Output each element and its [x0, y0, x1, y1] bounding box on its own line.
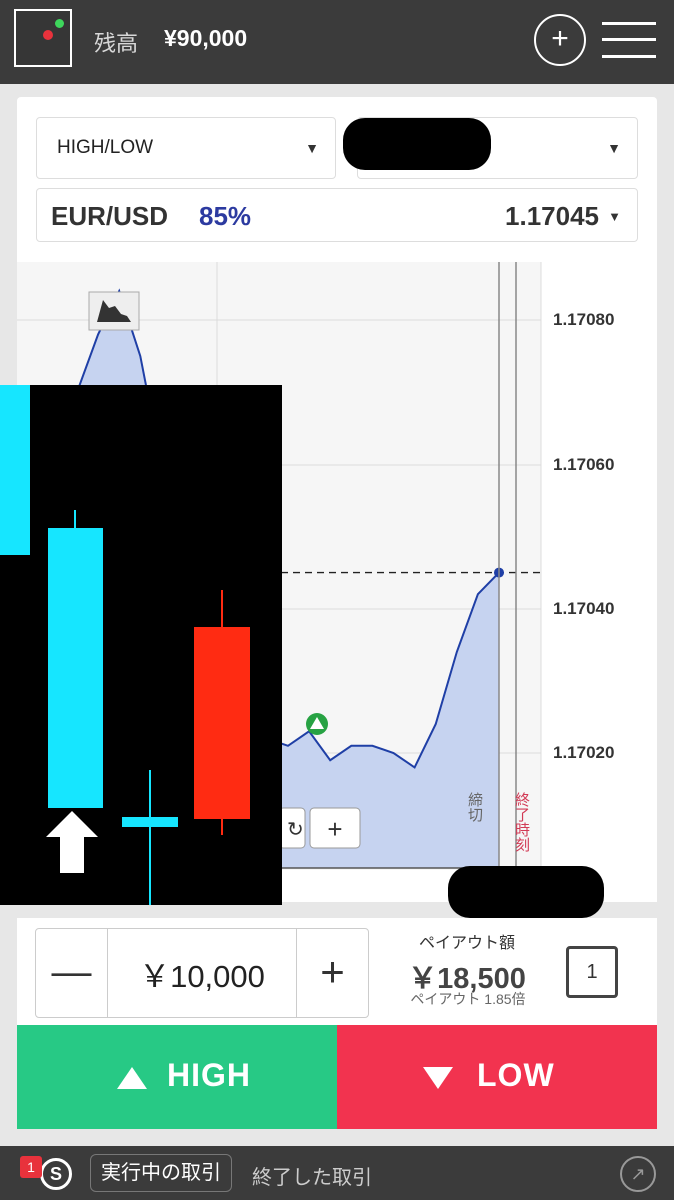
top-bar: 残高 ¥90,000 + [0, 0, 674, 84]
trade-type-value: HIGH/LOW [57, 137, 154, 158]
logo[interactable] [14, 9, 72, 67]
trades-s-icon[interactable]: S [40, 1158, 72, 1190]
asset-selector[interactable]: EUR/USD 85% 1.17045 ▼ [36, 188, 638, 242]
amount-stepper: — ￥10,000 + [35, 928, 369, 1018]
price-tick: 1.17080 [553, 310, 615, 329]
redaction-mark [448, 866, 604, 918]
payout-percent: 85% [199, 201, 252, 231]
tab-open-trades[interactable]: 実行中の取引 [90, 1154, 232, 1192]
zoom-in-button[interactable]: + [309, 807, 361, 849]
zoom-in-icon: + [327, 814, 342, 844]
marker-up-icon [306, 713, 328, 735]
current-rate: 1.17045 [505, 201, 599, 231]
external-link-icon[interactable]: ↗ [620, 1156, 656, 1192]
redaction-mark [343, 118, 491, 170]
amount-value[interactable]: ￥10,000 [108, 951, 296, 996]
high-button[interactable]: HIGH [17, 1025, 337, 1129]
balance-label: 残高 [94, 31, 139, 56]
increase-amount-button[interactable]: + [296, 929, 368, 1017]
refresh-icon: ↻ [287, 817, 304, 841]
triangle-up-icon [117, 1067, 147, 1089]
low-button[interactable]: LOW [337, 1025, 657, 1129]
end-time-label: 終了時刻 [513, 792, 531, 853]
chevron-down-icon: ▼ [607, 140, 621, 156]
trade-type-select[interactable]: HIGH/LOW ▼ [36, 117, 336, 179]
deadline-label: 締切 [466, 792, 484, 823]
triangle-down-icon [423, 1067, 453, 1089]
add-funds-button[interactable]: + [534, 14, 586, 66]
one-click-toggle[interactable]: 1 [566, 946, 618, 998]
candlestick-overlay-image [0, 385, 282, 905]
chart-type-icon[interactable] [88, 291, 140, 331]
chevron-down-icon: ▼ [305, 140, 319, 156]
price-tick: 1.17040 [553, 599, 615, 618]
low-label: LOW [477, 1057, 555, 1093]
refresh-button[interactable]: ↻ [278, 807, 306, 849]
asset-pair: EUR/USD [51, 201, 169, 231]
high-label: HIGH [167, 1057, 251, 1093]
logo-red-dot [43, 30, 53, 40]
hamburger-menu-icon[interactable] [602, 18, 656, 62]
footer-bar: S 1 実行中の取引 終了した取引 ↗ [0, 1146, 674, 1200]
logo-green-dot [55, 19, 64, 28]
payout-rate: ペイアウト 1.85倍 [410, 991, 526, 1007]
balance-value: ¥90,000 [164, 25, 248, 51]
open-trades-badge: 1 [20, 1156, 42, 1178]
price-tick: 1.17020 [553, 743, 615, 762]
chevron-down-icon: ▼ [608, 209, 621, 224]
price-tick: 1.17060 [553, 455, 615, 474]
decrease-amount-button[interactable]: — [36, 929, 108, 1017]
tab-closed-trades[interactable]: 終了した取引 [252, 1161, 372, 1190]
payout-label: ペイアウト額 [418, 935, 515, 952]
